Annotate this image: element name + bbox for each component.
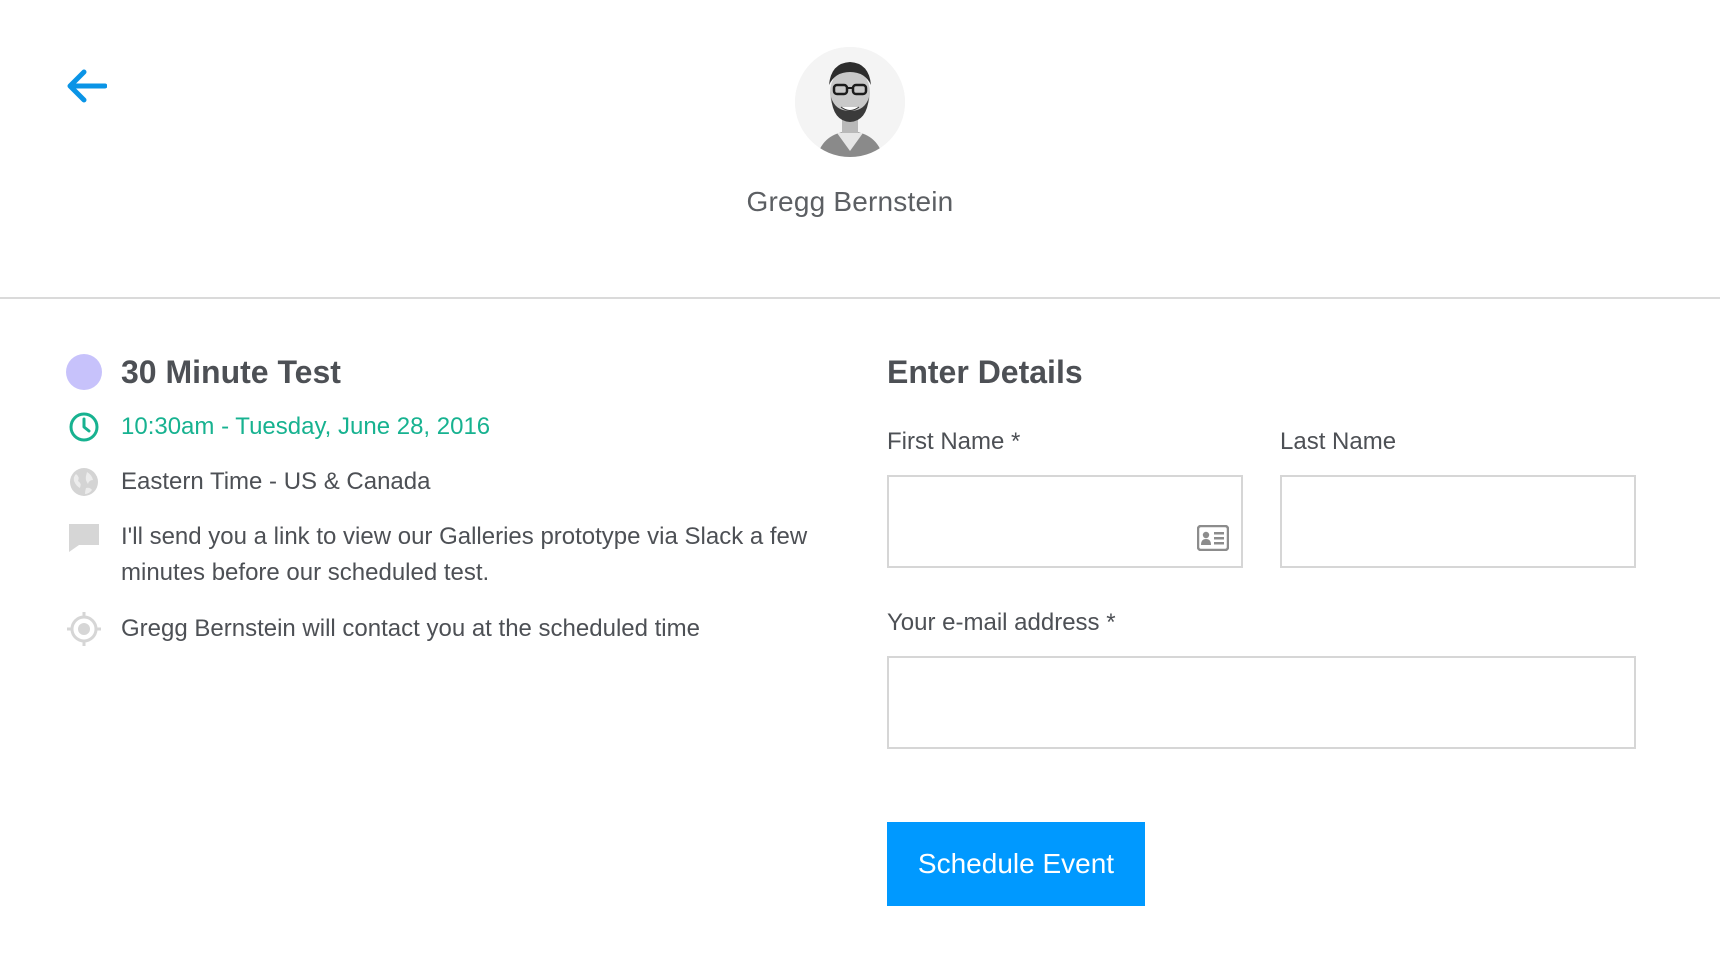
name-row: First Name * Last Name [887,427,1637,568]
event-color-dot [66,354,102,390]
event-description: I'll send you a link to view our Galleri… [121,523,808,586]
event-contact-row: Gregg Bernstein will contact you at the … [66,611,826,647]
first-name-label: First Name * [887,428,1021,455]
event-time: 10:30am - Tuesday, June 28, 2016 [121,413,491,440]
event-time-row: 10:30am - Tuesday, June 28, 2016 [66,409,826,445]
location-target-icon [66,611,102,647]
first-name-group: First Name * [887,427,1243,568]
first-name-field[interactable] [887,475,1243,568]
booking-page: Gregg Bernstein 30 Minute Test 10:30am -… [0,0,1720,968]
contact-card-icon[interactable] [1197,525,1229,551]
arrow-left-icon [67,69,107,103]
first-name-wrap [887,475,1243,568]
globe-icon [66,464,102,500]
schedule-event-button[interactable]: Schedule Event [887,822,1145,906]
host-photo [795,47,905,157]
details-form: Enter Details First Name * Last Name You… [887,350,1637,906]
avatar [795,47,905,157]
event-info-panel: 30 Minute Test 10:30am - Tuesday, June 2… [66,350,826,647]
email-group: Your e-mail address * [887,608,1637,749]
event-timezone-row: Eastern Time - US & Canada [66,464,826,500]
clock-icon [66,409,102,445]
form-title: Enter Details [887,354,1083,390]
host-name: Gregg Bernstein [746,186,954,217]
last-name-field[interactable] [1280,475,1636,568]
event-contact-note: Gregg Bernstein will contact you at the … [121,615,700,642]
back-button[interactable] [62,62,110,110]
header-divider [0,297,1720,299]
event-title: 30 Minute Test [121,353,341,390]
last-name-group: Last Name [1280,427,1636,568]
event-timezone: Eastern Time - US & Canada [121,468,431,495]
event-title-row: 30 Minute Test [66,350,826,394]
event-description-row: I'll send you a link to view our Galleri… [66,519,826,591]
last-name-label: Last Name [1280,428,1397,455]
speech-bubble-icon [66,519,102,555]
email-label: Your e-mail address * [887,609,1116,636]
email-field[interactable] [887,656,1636,749]
